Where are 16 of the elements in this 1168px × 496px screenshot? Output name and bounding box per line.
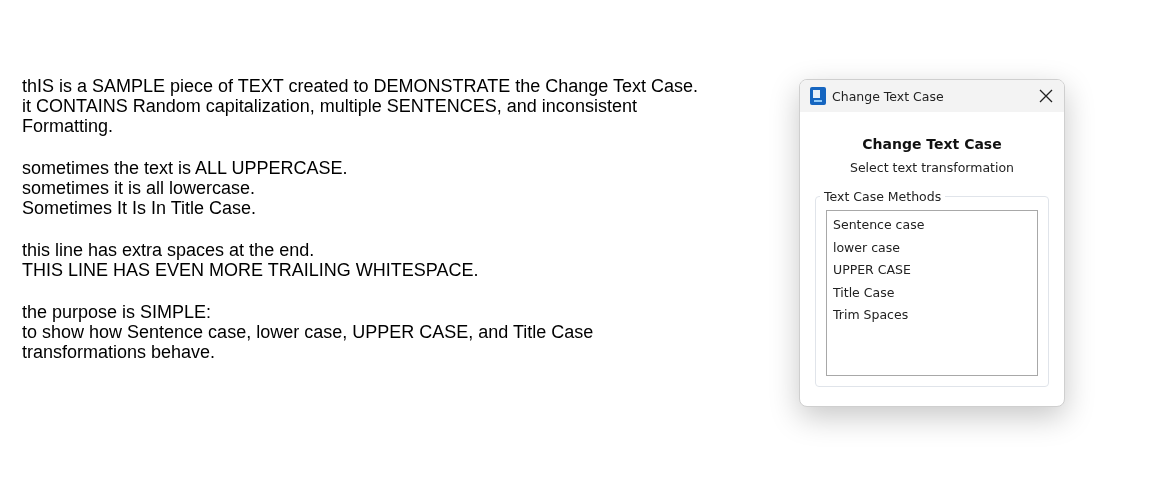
method-list[interactable]: Sentence case lower case UPPER CASE Title Case Trim Spaces	[826, 210, 1038, 376]
group-label: Text Case Methods	[823, 189, 943, 204]
list-item[interactable]: Title Case	[827, 281, 1037, 304]
list-item[interactable]: lower case	[827, 236, 1037, 259]
app-logo-icon	[810, 87, 826, 105]
list-item[interactable]: Trim Spaces	[827, 304, 1037, 327]
dialog-heading: Change Text Case	[862, 136, 1002, 152]
list-item[interactable]: Sentence case	[827, 214, 1037, 237]
text-paragraph: sometimes the text is ALL UPPERCASE. sometimes it is all lowercase. Sometimes It Is In Title Case.	[22, 158, 349, 218]
text-paragraph: thIS is a SAMPLE piece of TEXT created to DEMONSTRATE the Change Text Case. it CONTAINS Random capitalization, multiple SENTENCES, and inconsistent Formatting.	[22, 76, 699, 136]
dialog-subtitle: Select text transformation	[849, 160, 1015, 175]
text-paragraph: the purpose is SIMPLE: to show how Sentence case, lower case, UPPER CASE, and Title Case transformations behave.	[22, 302, 595, 362]
text-paragraph: this line has extra spaces at the end. THIS LINE HAS EVEN MORE TRAILING WHITESPACE.	[22, 240, 480, 280]
list-item[interactable]: UPPER CASE	[827, 259, 1037, 282]
close-icon	[1039, 89, 1053, 103]
window-title: Change Text Case	[832, 88, 945, 104]
